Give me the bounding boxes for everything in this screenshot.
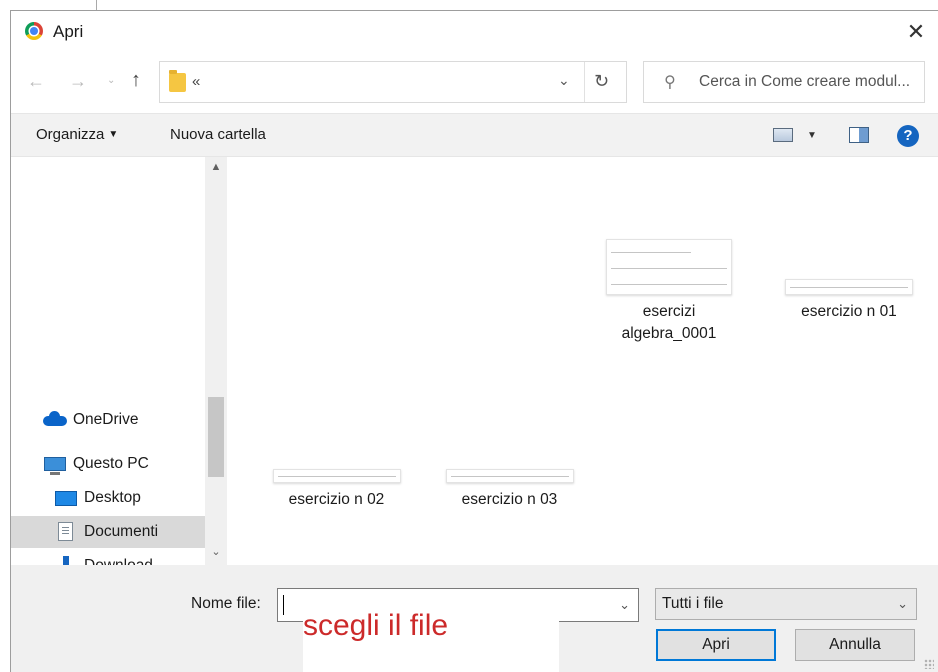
filetype-value: Tutti i file [662,595,724,612]
resize-grip-icon[interactable] [924,659,934,669]
new-folder-button[interactable]: Nuova cartella [170,126,266,143]
filename-label: Nome file: [191,595,261,612]
file-name: esercizio n 01 [801,303,897,320]
search-icon: ⚲ [664,74,676,91]
sidebar-item-onedrive[interactable]: OneDrive [11,404,205,436]
up-arrow-icon[interactable]: ↑ [131,69,141,92]
scroll-down-icon[interactable]: ⌄ [205,545,227,558]
preview-pane-icon[interactable] [849,127,869,143]
refresh-icon[interactable]: ↻ [594,71,609,92]
navigation-pane: OneDrive Questo PC Desktop Documenti Dow… [11,157,229,565]
file-item[interactable]: esercizio n 01 [774,279,924,323]
scroll-thumb[interactable] [208,397,224,477]
file-thumbnail [272,469,401,483]
file-name: esercizi algebra_0001 [621,303,717,342]
desktop-icon [55,491,77,506]
organize-caret-icon: ▼ [108,129,119,140]
filetype-chevron-icon: ⌄ [897,596,908,611]
organize-label: Organizza [36,126,105,143]
background-window-edge [96,0,97,10]
open-button[interactable]: Apri [656,629,776,661]
help-icon[interactable]: ? [897,125,919,147]
text-cursor [283,595,284,615]
file-name: esercizio n 02 [288,491,385,508]
navigation-bar: ← → ⌄ ↑ « ⌄ ↻ ⚲ Cerca in Come creare mod… [11,57,938,107]
computer-icon [44,457,66,475]
sidebar-item-label: Questo PC [73,455,149,472]
dialog-title: Apri [53,22,84,41]
change-view-icon[interactable] [773,128,793,142]
file-item[interactable]: esercizio n 02 [264,469,409,511]
file-thumbnail [785,279,913,295]
search-input[interactable]: Cerca in Come creare modul... [699,73,921,91]
chrome-logo-icon [25,22,43,40]
folder-icon [169,70,186,92]
cancel-button[interactable]: Annulla [795,629,915,661]
sidebar-item-documents[interactable]: Documenti [11,516,205,548]
file-item[interactable]: esercizi algebra_0001 [599,239,739,345]
recent-locations-chevron-icon[interactable]: ⌄ [107,75,115,86]
organize-menu-button[interactable]: Organizza ▼ [36,126,118,143]
forward-arrow-icon[interactable]: → [69,71,87,92]
file-name: esercizio n 03 [461,491,558,508]
sidebar-item-label: OneDrive [73,411,139,428]
cloud-icon [43,411,67,426]
back-arrow-icon[interactable]: ← [27,71,45,92]
file-list: esercizi algebra_0001 esercizio n 01 ese… [229,157,938,565]
bottom-panel: Nome file: ⌄ Tutti i file ⌄ scegli il fi… [11,565,938,672]
command-bar: Organizza ▼ Nuova cartella ▼ ? [11,113,938,157]
filename-dropdown-chevron-icon[interactable]: ⌄ [619,597,630,613]
navigation-scrollbar[interactable]: ▲ ⌄ [205,157,227,565]
title-bar: Apri ✕ [11,11,938,55]
open-file-dialog: Apri ✕ ← → ⌄ ↑ « ⌄ ↻ ⚲ Cerca in Come cre… [10,10,938,672]
file-item[interactable]: esercizio n 03 [437,469,582,511]
file-thumbnail [445,469,574,483]
download-icon [63,556,69,565]
search-box[interactable]: ⚲ Cerca in Come creare modul... [643,61,925,103]
sidebar-item-desktop[interactable]: Desktop [11,482,205,514]
filetype-select[interactable]: Tutti i file ⌄ [655,588,917,620]
sidebar-item-label: Download [84,557,153,565]
address-dropdown-chevron-icon[interactable]: ⌄ [558,72,570,89]
scroll-up-icon[interactable]: ▲ [205,161,227,173]
address-breadcrumb-overflow[interactable]: « [192,73,200,90]
address-separator [584,62,585,102]
sidebar-item-download[interactable]: Download [11,550,205,565]
annotation-text: scegli il file [303,609,449,642]
file-thumbnail [606,239,732,295]
close-button[interactable]: ✕ [894,11,938,53]
view-options-caret-icon[interactable]: ▼ [807,130,817,141]
sidebar-item-label: Documenti [84,523,159,540]
address-bar[interactable]: « ⌄ ↻ [159,61,627,103]
sidebar-item-this-pc[interactable]: Questo PC [11,448,205,480]
documents-icon [58,522,73,541]
sidebar-item-label: Desktop [84,489,141,506]
